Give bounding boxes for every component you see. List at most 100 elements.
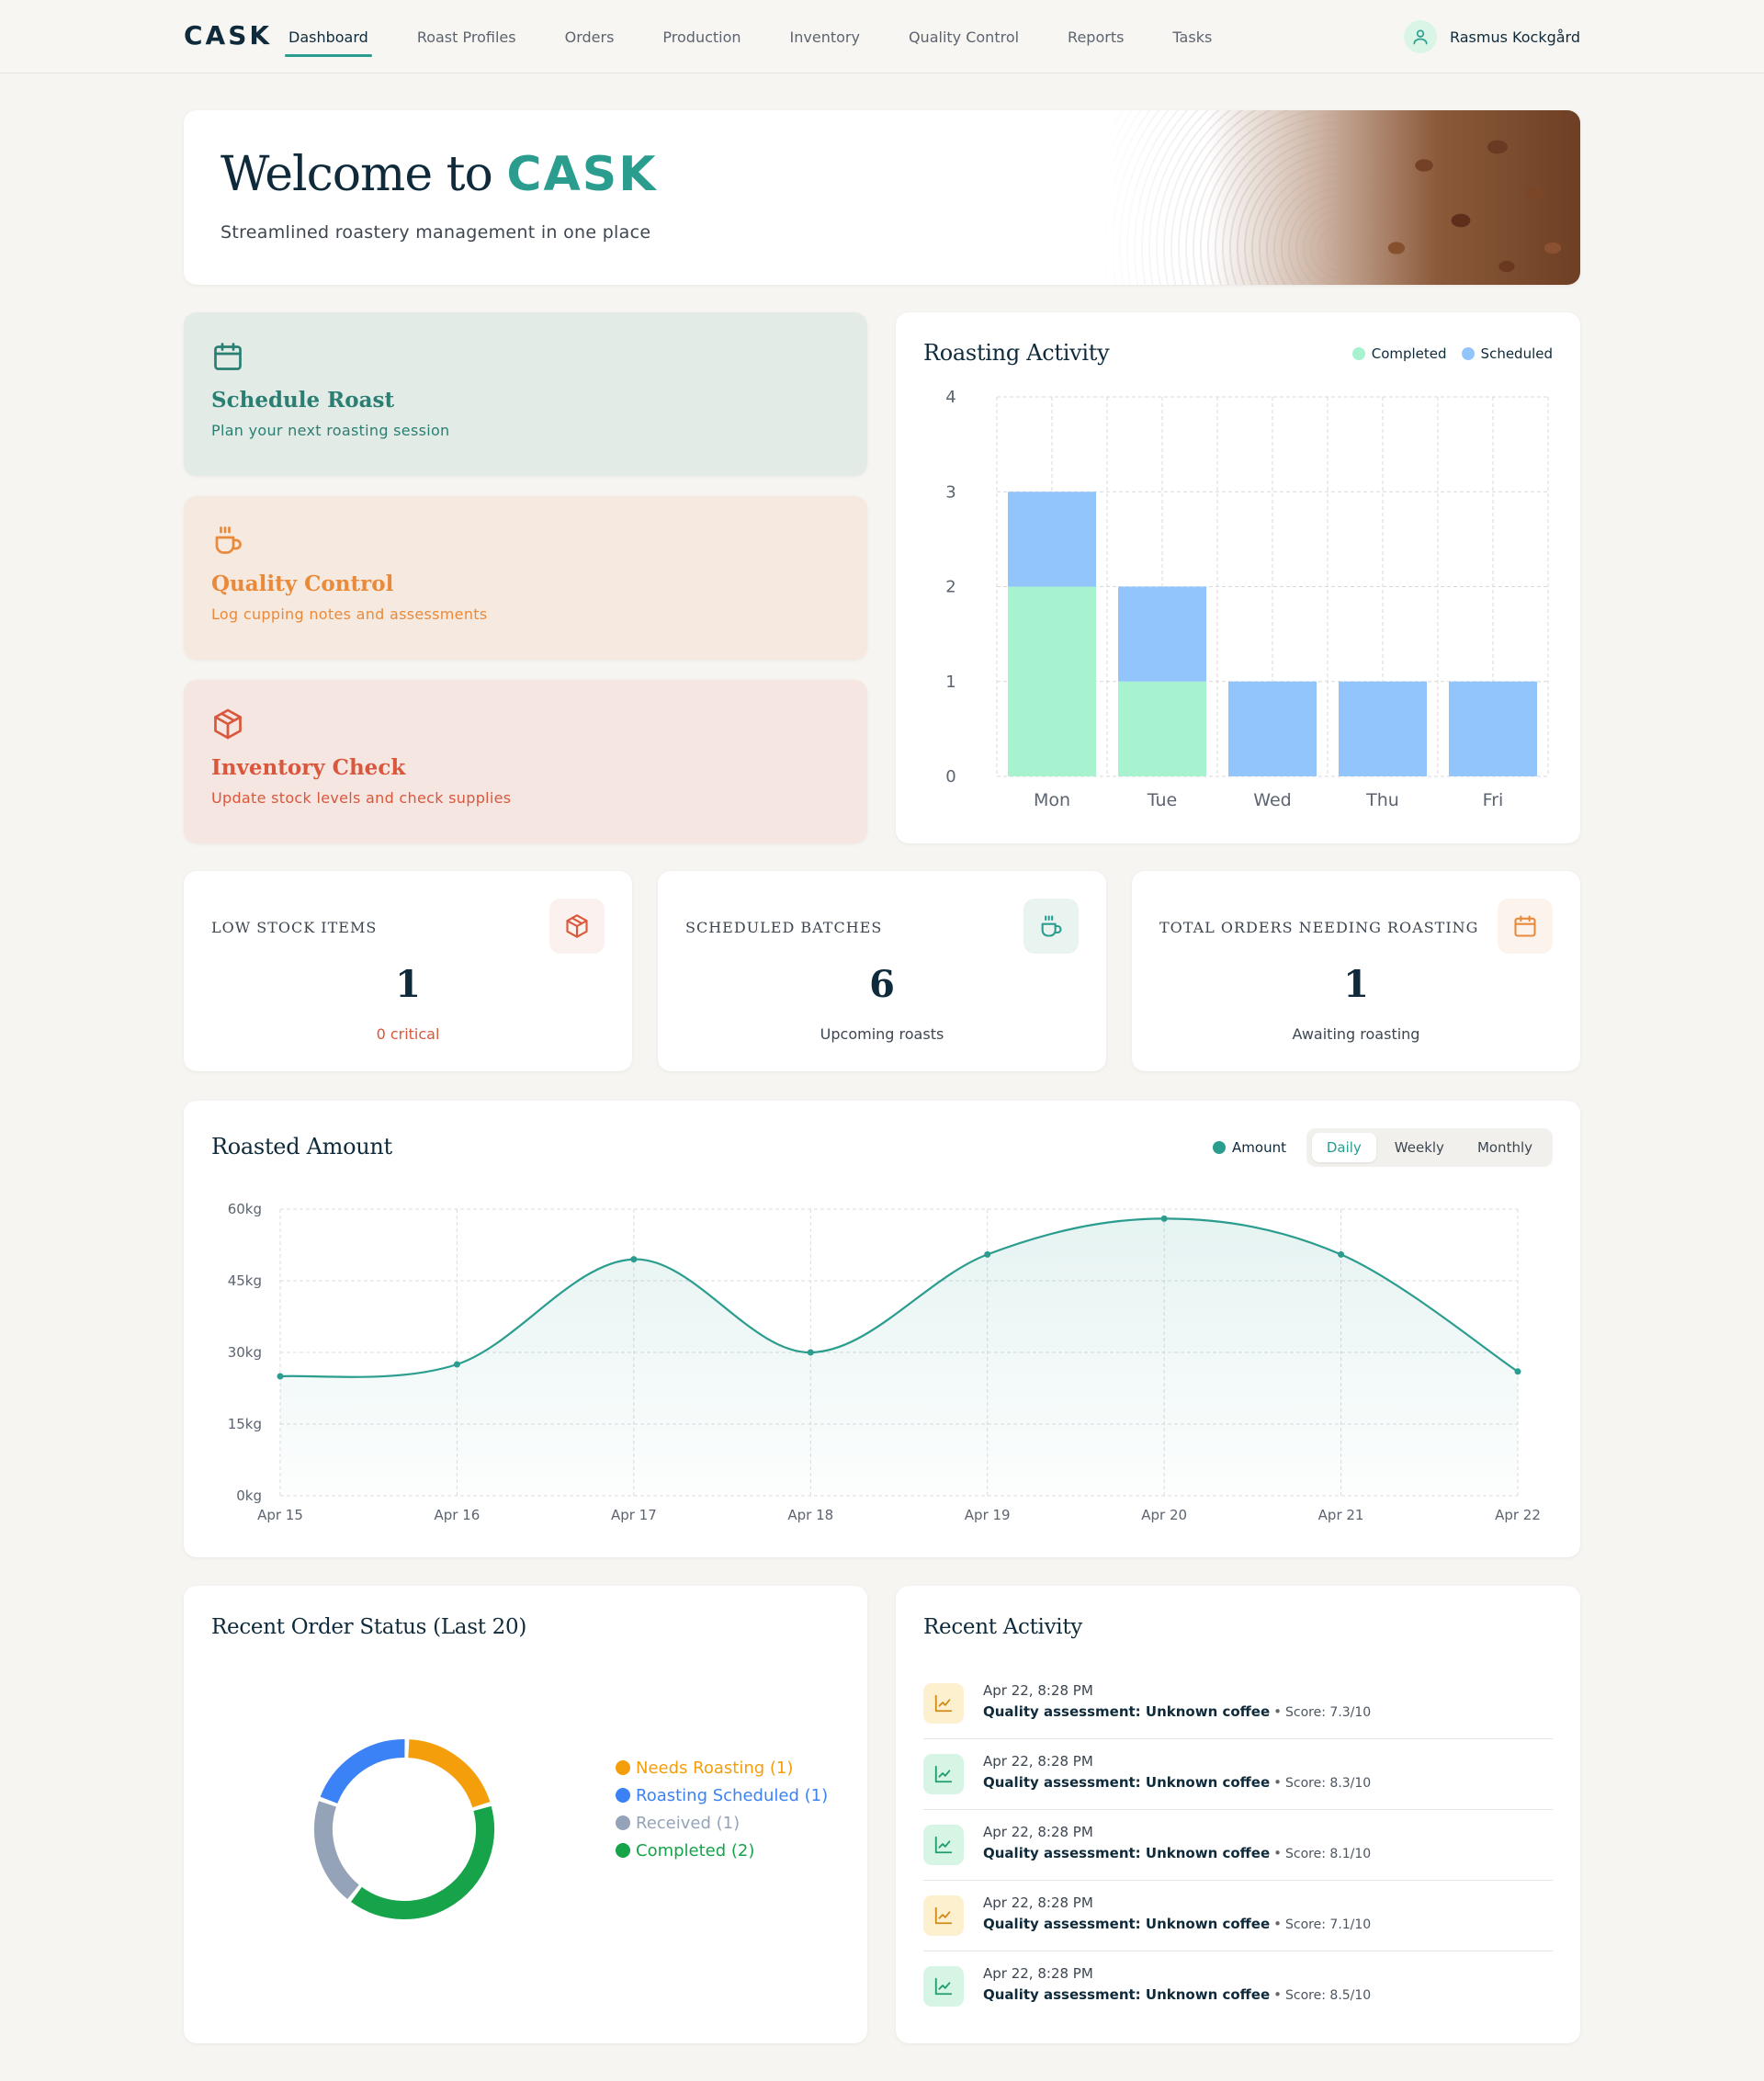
- activity-score: Score: 8.5/10: [1285, 1988, 1372, 2003]
- amount-point: [1514, 1368, 1521, 1375]
- schedule-roast-card[interactable]: Schedule Roast Plan your next roasting s…: [184, 312, 867, 476]
- slice-needs-roasting: [407, 1739, 491, 1808]
- x-tick-label: Apr 22: [1495, 1507, 1541, 1523]
- activity-score: Score: 7.3/10: [1285, 1705, 1372, 1720]
- x-tick-label: Apr 20: [1141, 1507, 1187, 1523]
- legend-roasting-scheduled-label: Roasting Scheduled (1): [636, 1785, 829, 1805]
- activity-time: Apr 22, 8:28 PM: [983, 1894, 1093, 1911]
- activity-separator: •: [1273, 1774, 1283, 1791]
- x-tick-label: Tue: [1147, 790, 1177, 810]
- inventory-check-card[interactable]: Inventory Check Update stock levels and …: [184, 680, 867, 843]
- nav-item-tasks[interactable]: Tasks: [1170, 25, 1214, 50]
- activity-item[interactable]: Apr 22, 8:28 PM Quality assessment: Unkno…: [923, 1810, 1553, 1881]
- stat-scheduled-batches-value: 6: [869, 963, 895, 1006]
- stat-low-stock-label: LOW STOCK ITEMS: [211, 919, 378, 936]
- x-tick-label: Apr 15: [257, 1507, 303, 1523]
- bar-scheduled: [1118, 586, 1206, 682]
- stat-orders-needing-roasting-label: TOTAL ORDERS NEEDING ROASTING: [1159, 919, 1479, 936]
- legend-received: Received (1): [616, 1814, 828, 1833]
- bar-completed: [1118, 681, 1206, 776]
- nav-item-reports[interactable]: Reports: [1066, 25, 1125, 50]
- recent-activity-card: Recent Activity Apr 22, 8:28 PM Quality a…: [896, 1586, 1580, 2043]
- nav-item-quality-control[interactable]: Quality Control: [907, 25, 1021, 50]
- nav-item-orders[interactable]: Orders: [563, 25, 616, 50]
- stat-orders-needing-roasting: TOTAL ORDERS NEEDING ROASTING 1 Awaiting…: [1132, 871, 1580, 1071]
- activity-text: Quality assessment: Unknown coffee: [983, 1703, 1271, 1720]
- schedule-roast-title: Schedule Roast: [211, 388, 395, 413]
- roasting-activity-card: Roasting Activity Completed Scheduled 01…: [896, 312, 1580, 843]
- activity-description: Quality assessment: Unknown coffee • Score…: [983, 1703, 1371, 1720]
- y-tick-label: 15kg: [228, 1416, 262, 1432]
- activity-time: Apr 22, 8:28 PM: [983, 1824, 1093, 1840]
- activity-item[interactable]: Apr 22, 8:28 PM Quality assessment: Unkno…: [923, 1739, 1553, 1810]
- activity-text: Quality assessment: Unknown coffee: [983, 1845, 1271, 1861]
- x-tick-label: Apr 16: [435, 1507, 481, 1523]
- activity-score: Score: 7.1/10: [1285, 1917, 1372, 1932]
- y-tick-label: 2: [945, 578, 956, 597]
- roasted-amount-card: Roasted Amount Amount Daily Weekly Month…: [184, 1101, 1580, 1557]
- activity-score: Score: 8.3/10: [1285, 1776, 1372, 1791]
- stat-low-stock-value: 1: [395, 963, 421, 1006]
- quality-control-title: Quality Control: [211, 571, 394, 596]
- legend-needs-roasting-swatch: [616, 1760, 630, 1775]
- y-tick-label: 60kg: [228, 1201, 262, 1217]
- welcome-title-prefix: Welcome to: [220, 147, 493, 202]
- nav-item-production[interactable]: Production: [661, 25, 742, 50]
- activity-description: Quality assessment: Unknown coffee • Score…: [983, 1774, 1371, 1791]
- order-status-legend: Needs Roasting (1) Roasting Scheduled (1…: [616, 1759, 828, 1869]
- trend-chart-icon: [923, 1683, 964, 1724]
- activity-text: Quality assessment: Unknown coffee: [983, 1774, 1271, 1791]
- nav-item-dashboard[interactable]: Dashboard: [285, 25, 372, 57]
- activity-score: Score: 8.1/10: [1285, 1847, 1372, 1861]
- inventory-check-subtitle: Update stock levels and check supplies: [211, 789, 512, 807]
- legend-roasting-scheduled-swatch: [616, 1788, 630, 1803]
- calendar-icon: [1498, 899, 1553, 954]
- trend-chart-icon: [923, 1966, 964, 2007]
- activity-description: Quality assessment: Unknown coffee • Score…: [983, 1986, 1371, 2003]
- brand-logo[interactable]: CASK: [184, 20, 272, 51]
- activity-separator: •: [1273, 1986, 1283, 2003]
- slice-roasting-scheduled: [320, 1739, 405, 1804]
- box-icon: [211, 707, 244, 741]
- quality-control-card[interactable]: Quality Control Log cupping notes and as…: [184, 496, 867, 660]
- coffee-cup-icon: [1023, 899, 1079, 954]
- stat-low-stock-sub: 0 critical: [376, 1025, 440, 1043]
- amount-point: [630, 1256, 638, 1263]
- order-status-donut-chart: [314, 1739, 494, 1919]
- welcome-subtitle: Streamlined roastery management in one p…: [220, 222, 651, 243]
- nav-item-inventory[interactable]: Inventory: [788, 25, 862, 50]
- activity-item[interactable]: Apr 22, 8:28 PM Quality assessment: Unkno…: [923, 1881, 1553, 1951]
- coffee-cup-icon: [211, 524, 244, 557]
- activity-item[interactable]: Apr 22, 8:28 PM Quality assessment: Unkno…: [923, 1951, 1553, 2022]
- x-tick-label: Wed: [1253, 790, 1291, 810]
- legend-received-swatch: [616, 1815, 630, 1830]
- user-menu[interactable]: Rasmus Kockgård: [1403, 20, 1580, 53]
- y-tick-label: 3: [945, 482, 956, 502]
- slice-completed: [351, 1805, 494, 1919]
- y-tick-label: 4: [945, 388, 956, 407]
- quality-control-subtitle: Log cupping notes and assessments: [211, 605, 488, 623]
- amount-point: [1338, 1250, 1345, 1258]
- activity-time: Apr 22, 8:28 PM: [983, 1753, 1093, 1770]
- schedule-roast-subtitle: Plan your next roasting session: [211, 422, 450, 439]
- x-tick-label: Apr 19: [965, 1507, 1011, 1523]
- legend-needs-roasting-label: Needs Roasting (1): [636, 1758, 794, 1778]
- main-nav: Dashboard Roast Profiles Orders Producti…: [285, 0, 1259, 74]
- activity-text: Quality assessment: Unknown coffee: [983, 1986, 1271, 2003]
- coffee-beans-image: [1102, 110, 1580, 285]
- legend-completed-orders-swatch: [616, 1843, 630, 1858]
- legend-needs-roasting: Needs Roasting (1): [616, 1758, 828, 1778]
- welcome-title: Welcome to CASK: [220, 147, 658, 202]
- activity-item[interactable]: Apr 22, 8:28 PM Quality assessment: Unkno…: [923, 1668, 1553, 1739]
- amount-point: [984, 1250, 991, 1258]
- y-tick-label: 45kg: [228, 1272, 262, 1289]
- y-tick-label: 30kg: [228, 1344, 262, 1361]
- x-tick-label: Apr 18: [787, 1507, 833, 1523]
- x-tick-label: Apr 21: [1318, 1507, 1364, 1523]
- y-tick-label: 1: [945, 673, 956, 692]
- nav-item-roast-profiles[interactable]: Roast Profiles: [415, 25, 518, 50]
- bar-scheduled: [1339, 681, 1427, 776]
- user-name: Rasmus Kockgård: [1449, 28, 1580, 46]
- stat-orders-needing-roasting-value: 1: [1343, 963, 1369, 1006]
- slice-received: [314, 1801, 360, 1899]
